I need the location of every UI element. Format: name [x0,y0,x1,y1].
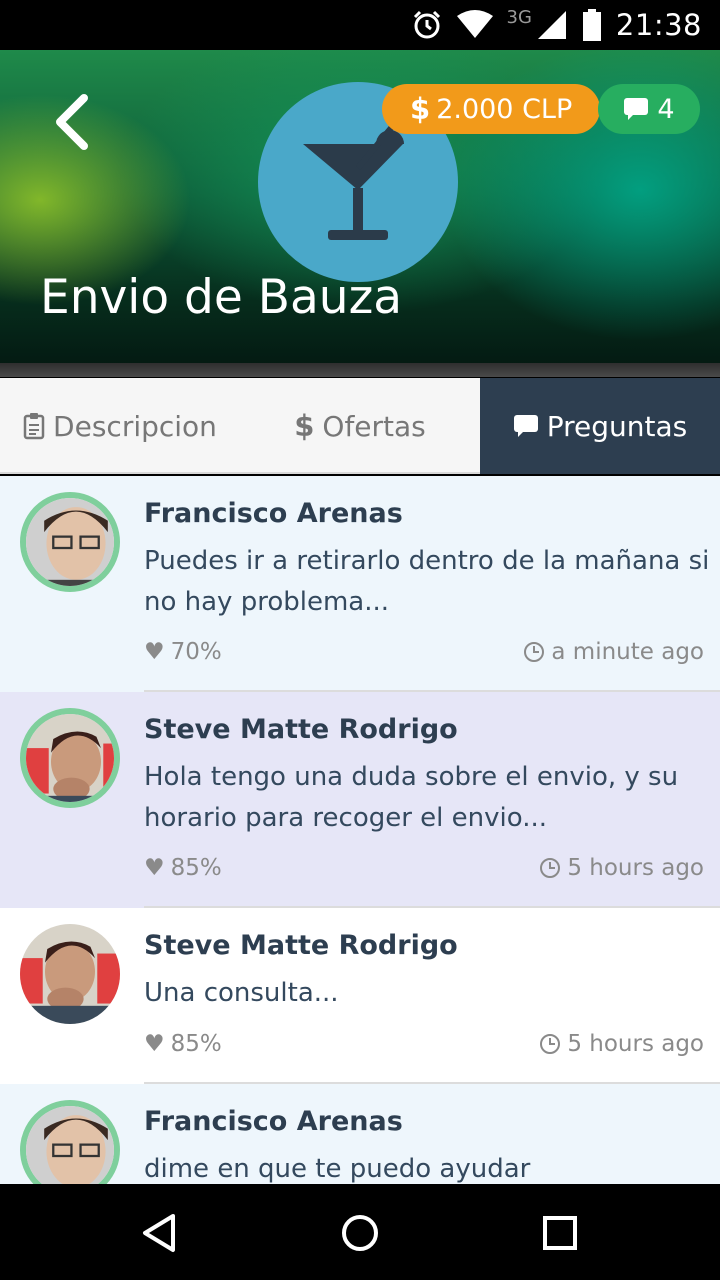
clock: 21:38 [615,8,702,42]
timestamp: 5 hours ago [539,855,704,881]
recents-square-icon[interactable] [535,1208,585,1258]
tab-label: Preguntas [546,409,688,443]
clock-icon [540,858,561,878]
system-nav-bar [0,1184,720,1280]
question-text: Una consulta... [144,978,339,1008]
rating: ♥ 85% [144,855,222,881]
timestamp: a minute ago [523,639,704,665]
author-name: Francisco Arenas [144,498,403,529]
signal-icon [537,11,566,39]
comment-icon [513,415,538,437]
dollar-icon: $ [294,409,315,443]
message-count: 4 [657,93,675,125]
network-type: 3G [506,6,532,28]
clock-icon [540,1034,561,1054]
rating: ♥ 85% [144,1031,222,1057]
heart-icon: ♥ [144,855,165,881]
clock-icon [524,642,545,662]
tab-label: Ofertas [322,409,426,443]
alarm-icon [413,10,440,39]
home-circle-icon[interactable] [335,1208,385,1258]
wifi-icon [456,10,493,38]
back-triangle-icon[interactable] [135,1208,185,1258]
tab-descripcion[interactable]: Descripcion [0,378,240,474]
message-count-badge[interactable]: 4 [598,84,700,134]
heart-icon: ♥ [144,639,165,665]
question-text: Puedes ir a retirarlo dentro de la mañan… [144,546,710,617]
tab-preguntas[interactable]: Preguntas [480,378,720,474]
avatar [20,924,120,1024]
battery-icon [582,9,601,41]
questions-list: Francisco Arenas Puedes ir a retirarlo d… [0,476,720,1184]
list-item[interactable]: Francisco Arenas dime en que te puedo ay… [0,1084,720,1184]
timestamp: 5 hours ago [539,1031,704,1057]
avatar [20,708,120,808]
back-arrow-icon[interactable] [48,92,98,152]
tab-ofertas[interactable]: $ Ofertas [240,378,480,474]
dollar-icon: $ [410,92,431,126]
author-name: Steve Matte Rodrigo [144,930,458,961]
price-badge: $ 2.000 CLP [382,84,601,134]
question-text: dime en que te puedo ayudar [144,1154,531,1184]
price-value: 2.000 CLP [436,93,573,125]
list-item[interactable]: Steve Matte Rodrigo Hola tengo una duda … [0,692,720,908]
comment-icon [624,98,649,120]
rating: ♥ 70% [144,639,222,665]
question-text: Hola tengo una duda sobre el envio, y su… [144,762,679,833]
tab-bar: Descripcion $ Ofertas Preguntas [0,378,720,474]
status-bar: 3G 21:38 [0,0,720,50]
avatar [20,492,120,592]
task-header: $ 2.000 CLP 4 Envio de Bauza [0,50,720,365]
list-item[interactable]: Francisco Arenas Puedes ir a retirarlo d… [0,476,720,692]
author-name: Francisco Arenas [144,1106,403,1137]
avatar [20,1100,120,1184]
list-item[interactable]: Steve Matte Rodrigo Una consulta... ♥ 85… [0,908,720,1084]
author-name: Steve Matte Rodrigo [144,714,458,745]
tab-label: Descripcion [53,409,217,443]
clipboard-icon [23,413,45,440]
page-title: Envio de Bauza [40,270,403,325]
heart-icon: ♥ [144,1031,165,1057]
header-shadow [0,363,720,377]
